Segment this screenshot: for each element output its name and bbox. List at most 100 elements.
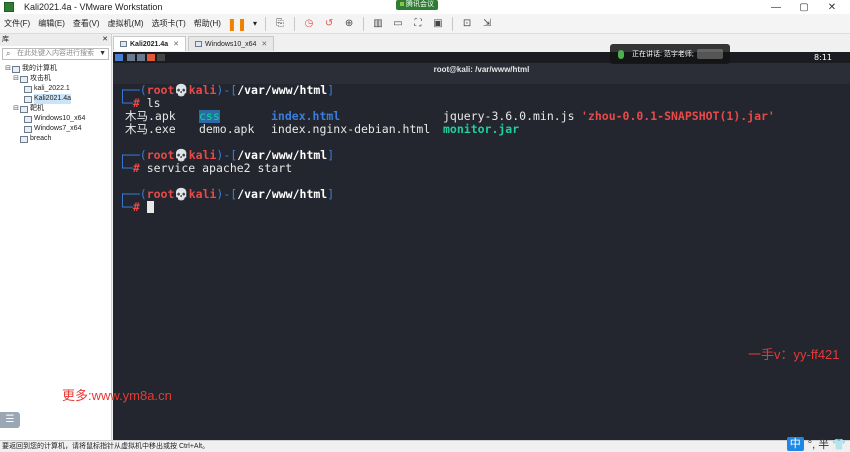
watermark-left: 更多:www.ym8a.cn [62,388,172,403]
menu-toolbar: 文件(F) 编辑(E) 查看(V) 虚拟机(M) 选项卡(T) 帮助(H) ❚❚… [0,14,850,34]
tree-item-kali-2021[interactable]: Kali2021.4a [0,94,111,104]
tab-label: Windows10_x64 [205,40,257,48]
ime-options[interactable]: °, 半 👕 [808,436,846,452]
minimize-button[interactable]: — [762,2,790,13]
status-bar: 要返回到您的计算机，请将鼠标指针从虚拟机中移出或按 Ctrl+Alt。 [0,440,850,452]
stretch-view-icon[interactable]: ⇲ [480,17,494,31]
close-button[interactable]: ✕ [818,2,846,13]
meeting-speaking-overlay[interactable]: 正在讲话: 范宇老师; [610,44,730,64]
collapse-icon[interactable]: ⊟ [12,104,20,114]
meeting-dot-icon [400,2,404,6]
window-controls: — ▢ ✕ [762,0,846,14]
tree-item-win7[interactable]: Windows7_x64 [0,124,111,134]
browser-icon[interactable] [147,54,155,61]
tree-item-win10[interactable]: Windows10_x64 [0,114,111,124]
prompt-path: /var/www/html [237,83,328,97]
tree-item-label: breach [30,135,52,142]
ls-entry: 木马.exe [125,122,176,136]
microphone-icon [618,49,624,59]
collapse-icon[interactable]: ⊟ [4,64,12,74]
kali-top-panel: 8:11 [113,52,850,63]
maximize-button[interactable]: ▢ [790,2,818,13]
command-line: └─# [119,201,154,214]
menu-tabs[interactable]: 选项卡(T) [148,18,190,29]
kali-menu-icon[interactable] [115,54,123,61]
chevron-down-icon[interactable]: ▼ [99,49,106,59]
vm-tab-icon [120,41,127,47]
tab-label: Kali2021.4a [130,40,169,48]
pause-dropdown-icon[interactable]: ▾ [249,19,261,28]
ls-entry: index.nginx-debian.html [271,122,431,136]
prompt-frame: ] [327,187,335,201]
folder-icon [20,105,28,113]
close-library-icon[interactable]: ✕ [102,34,108,46]
vm-screen[interactable]: 8:11 root@kali: /var/www/html ┌──(root💀k… [113,52,850,440]
snapshot-icon[interactable]: ◷ [302,17,316,31]
vm-tab-icon [195,41,203,47]
ls-entry: monitor.jar [443,122,520,136]
toolbar-divider [452,16,454,31]
tree-item-breach[interactable]: breach [0,134,111,144]
fullscreen-icon[interactable]: ⛶ [411,17,425,31]
vm-icon [24,95,32,103]
prompt-frame: )-[ [216,148,238,162]
snapshot-manager-icon[interactable]: ⊕ [342,17,356,31]
tree-item-label: 我的计算机 [22,65,57,72]
menu-file[interactable]: 文件(F) [0,18,34,29]
terminal-output[interactable]: ┌──(root💀kali)-[/var/www/html] └─# ls 木马… [117,84,850,440]
tree-item-my-computer[interactable]: ⊟ 我的计算机 [0,64,111,74]
collapse-icon[interactable]: ⊟ [12,74,20,84]
prompt-user: root💀kali [146,148,217,162]
ls-entry: 'zhou-0.0.1-SNAPSHOT(1).jar' [581,109,775,123]
prompt-line: ┌──(root💀kali)-[/var/www/html] [119,188,334,201]
thumbnail-view-icon[interactable]: ▭ [391,17,405,31]
tab-kali2021[interactable]: Kali2021.4a ✕ [113,36,187,52]
tree-item-kali-2022[interactable]: kali_2022.1 [0,84,111,94]
close-tab-icon[interactable]: ✕ [261,37,267,52]
computer-icon [12,65,20,73]
workspace-icon[interactable] [127,54,135,61]
prompt-frame: └─ [119,200,133,214]
command-text: ls [146,96,161,110]
sidebar-toggle-icon[interactable]: ▥ [371,17,385,31]
tree-item-label: kali_2022.1 [34,85,70,92]
status-text: 要返回到您的计算机，请将鼠标指针从虚拟机中移出或按 Ctrl+Alt。 [2,443,210,450]
console-view-icon[interactable]: ⊡ [460,17,474,31]
vm-icon [24,115,32,123]
terminal-title: root@kali: /var/www/html [433,65,530,74]
close-tab-icon[interactable]: ✕ [173,37,179,52]
library-search-input[interactable]: ⌕ 在此处键入内容进行搜索 ▼ [2,48,109,60]
command-text: service apache2 start [146,161,293,175]
pause-icon[interactable]: ❚❚ [225,17,249,31]
file-manager-icon[interactable] [137,54,145,61]
prompt-frame: ┌──( [119,187,147,201]
command-line: └─# service apache2 start [119,162,292,175]
ime-language[interactable]: 中 [786,437,804,451]
toolbar-divider [265,16,267,31]
watermark-right: 一手v：yy-ff421 [748,347,840,362]
prompt-frame: )-[ [216,83,238,97]
meeting-badge[interactable]: 腾讯会议 [396,0,438,10]
terminal-launcher-icon[interactable] [157,54,165,61]
prompt-frame: )-[ [216,187,238,201]
ime-indicator[interactable]: 中 °, 半 👕 [786,436,846,452]
tree-item-targets[interactable]: ⊟ 靶机 [0,104,111,114]
tab-windows10[interactable]: Windows10_x64 ✕ [188,36,275,52]
prompt-path: /var/www/html [237,148,328,162]
menu-edit[interactable]: 编辑(E) [34,18,69,29]
tree-item-attackers[interactable]: ⊟ 攻击机 [0,74,111,84]
menu-help[interactable]: 帮助(H) [190,18,225,29]
unity-icon[interactable]: ▣ [431,17,445,31]
search-icon: ⌕ [6,49,11,58]
title-bar: Kali2021.4a - VMware Workstation 腾讯会议 — … [0,0,850,14]
menu-vm[interactable]: 虚拟机(M) [104,18,148,29]
vm-tabs: Kali2021.4a ✕ Windows10_x64 ✕ [113,36,276,51]
meeting-badge-label: 腾讯会议 [406,1,434,8]
send-ctrl-alt-del-icon[interactable]: ⎘ [273,17,287,31]
speaker-avatar [696,49,723,59]
floating-menu-icon[interactable]: ☰ [0,412,20,428]
menu-view[interactable]: 查看(V) [69,18,104,29]
prompt-hash: # [132,200,140,214]
revert-snapshot-icon[interactable]: ↺ [322,17,336,31]
vm-icon [24,125,32,133]
